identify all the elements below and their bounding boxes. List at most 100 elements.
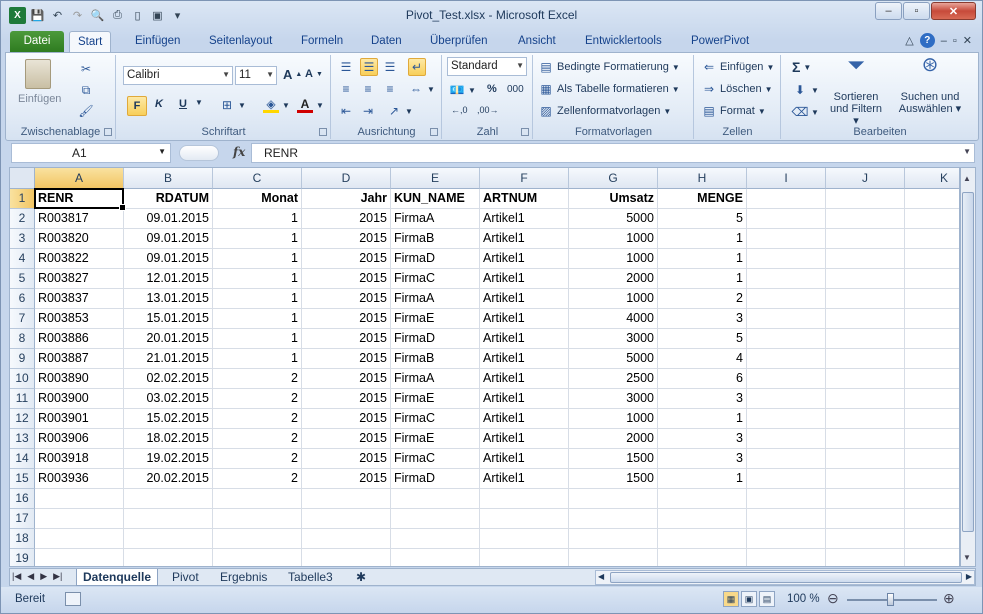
- cell-j16[interactable]: [826, 489, 905, 509]
- cell-g7[interactable]: 4000: [569, 309, 658, 329]
- next-sheet-icon[interactable]: ▶: [40, 571, 47, 582]
- sheet-tab-tabelle3[interactable]: Tabelle3: [282, 569, 339, 586]
- cell-a4[interactable]: R003822: [35, 249, 124, 269]
- decrease-decimal-button[interactable]: ,00→: [477, 105, 499, 115]
- cell-g9[interactable]: 5000: [569, 349, 658, 369]
- formula-bar-expand-handle[interactable]: [179, 145, 219, 161]
- cell-h15[interactable]: 1: [658, 469, 747, 489]
- row-header-7[interactable]: 7: [10, 309, 35, 329]
- cell-j1[interactable]: [826, 189, 905, 209]
- vertical-scroll-thumb[interactable]: [962, 192, 974, 532]
- tab-ueberpruefen[interactable]: Überprüfen: [422, 31, 496, 53]
- cell-c8[interactable]: 1: [213, 329, 302, 349]
- cell-i14[interactable]: [747, 449, 826, 469]
- sheet-tab-ergebnis[interactable]: Ergebnis: [214, 569, 273, 586]
- merge-center-button[interactable]: ⇔ ▼: [408, 81, 435, 97]
- cell-b15[interactable]: 20.02.2015: [124, 469, 213, 489]
- cell-g14[interactable]: 1500: [569, 449, 658, 469]
- cell-h13[interactable]: 3: [658, 429, 747, 449]
- cell-c17[interactable]: [213, 509, 302, 529]
- row-header-12[interactable]: 12: [10, 409, 35, 429]
- cell-a18[interactable]: [35, 529, 124, 549]
- cell-k4[interactable]: [905, 249, 959, 269]
- fill-color-button[interactable]: ◈ ▼: [263, 97, 290, 113]
- cell-h7[interactable]: 3: [658, 309, 747, 329]
- first-sheet-icon[interactable]: |◀: [12, 571, 21, 582]
- cell-d16[interactable]: [302, 489, 391, 509]
- cell-j10[interactable]: [826, 369, 905, 389]
- tab-entwicklertools[interactable]: Entwicklertools: [577, 31, 670, 53]
- cell-f8[interactable]: Artikel1: [480, 329, 569, 349]
- percent-button[interactable]: %: [487, 83, 497, 95]
- vertical-scrollbar[interactable]: ▲ ▼: [960, 167, 976, 567]
- row-header-13[interactable]: 13: [10, 429, 35, 449]
- cell-e8[interactable]: FirmaD: [391, 329, 480, 349]
- cell-e13[interactable]: FirmaE: [391, 429, 480, 449]
- cell-d15[interactable]: 2015: [302, 469, 391, 489]
- cell-h14[interactable]: 3: [658, 449, 747, 469]
- bold-button[interactable]: F: [127, 96, 147, 116]
- cell-d19[interactable]: [302, 549, 391, 566]
- cell-j2[interactable]: [826, 209, 905, 229]
- macro-record-icon[interactable]: [65, 592, 81, 606]
- cell-a12[interactable]: R003901: [35, 409, 124, 429]
- cell-g8[interactable]: 3000: [569, 329, 658, 349]
- font-name-combo[interactable]: Calibri ▼: [123, 66, 233, 85]
- row-header-16[interactable]: 16: [10, 489, 35, 509]
- doc-restore-icon[interactable]: ▫: [953, 35, 957, 47]
- cell-b17[interactable]: [124, 509, 213, 529]
- font-launcher[interactable]: [319, 128, 327, 136]
- thousands-button[interactable]: 000: [507, 84, 524, 95]
- cell-a16[interactable]: [35, 489, 124, 509]
- number-format-combo[interactable]: Standard ▼: [447, 57, 527, 76]
- cell-g11[interactable]: 3000: [569, 389, 658, 409]
- accounting-format-button[interactable]: 💶 ▼: [449, 82, 476, 98]
- select-all-corner[interactable]: [10, 168, 35, 189]
- cell-a3[interactable]: R003820: [35, 229, 124, 249]
- cell-g6[interactable]: 1000: [569, 289, 658, 309]
- cell-d4[interactable]: 2015: [302, 249, 391, 269]
- cell-b6[interactable]: 13.01.2015: [124, 289, 213, 309]
- cell-k11[interactable]: [905, 389, 959, 409]
- shrink-font-button[interactable]: A ▼: [305, 68, 323, 80]
- cell-a15[interactable]: R003936: [35, 469, 124, 489]
- cut-button[interactable]: ✂: [78, 61, 94, 77]
- row-header-19[interactable]: 19: [10, 549, 35, 566]
- cell-f4[interactable]: Artikel1: [480, 249, 569, 269]
- column-header-d[interactable]: D: [302, 168, 391, 189]
- help-icon[interactable]: ?: [919, 33, 935, 48]
- cell-c2[interactable]: 1: [213, 209, 302, 229]
- paste-button[interactable]: Einfügen: [18, 59, 61, 105]
- cell-d5[interactable]: 2015: [302, 269, 391, 289]
- cell-b9[interactable]: 21.01.2015: [124, 349, 213, 369]
- increase-indent-button[interactable]: ⇥: [360, 103, 376, 119]
- cell-e14[interactable]: FirmaC: [391, 449, 480, 469]
- column-header-c[interactable]: C: [213, 168, 302, 189]
- cell-b7[interactable]: 15.01.2015: [124, 309, 213, 329]
- cell-g1[interactable]: Umsatz: [569, 189, 658, 209]
- cell-h16[interactable]: [658, 489, 747, 509]
- underline-dropdown-icon[interactable]: ▼: [195, 98, 203, 107]
- cell-i2[interactable]: [747, 209, 826, 229]
- cell-d2[interactable]: 2015: [302, 209, 391, 229]
- cell-a5[interactable]: R003827: [35, 269, 124, 289]
- cell-j4[interactable]: [826, 249, 905, 269]
- tab-ansicht[interactable]: Ansicht: [510, 31, 564, 53]
- format-cells-button[interactable]: ▤ Format ▼: [701, 103, 765, 119]
- cell-j15[interactable]: [826, 469, 905, 489]
- cell-j17[interactable]: [826, 509, 905, 529]
- copy-button[interactable]: ⧉: [78, 82, 94, 98]
- cell-c18[interactable]: [213, 529, 302, 549]
- scroll-left-icon[interactable]: ◀: [598, 572, 604, 581]
- cell-b18[interactable]: [124, 529, 213, 549]
- cell-h1[interactable]: MENGE: [658, 189, 747, 209]
- minimize-button[interactable]: –: [875, 2, 902, 20]
- cell-i12[interactable]: [747, 409, 826, 429]
- cell-b14[interactable]: 19.02.2015: [124, 449, 213, 469]
- tab-formeln[interactable]: Formeln: [293, 31, 351, 53]
- fill-button[interactable]: ⬇ ▼: [792, 82, 819, 98]
- cell-c14[interactable]: 2: [213, 449, 302, 469]
- cell-c9[interactable]: 1: [213, 349, 302, 369]
- cell-k13[interactable]: [905, 429, 959, 449]
- cell-j18[interactable]: [826, 529, 905, 549]
